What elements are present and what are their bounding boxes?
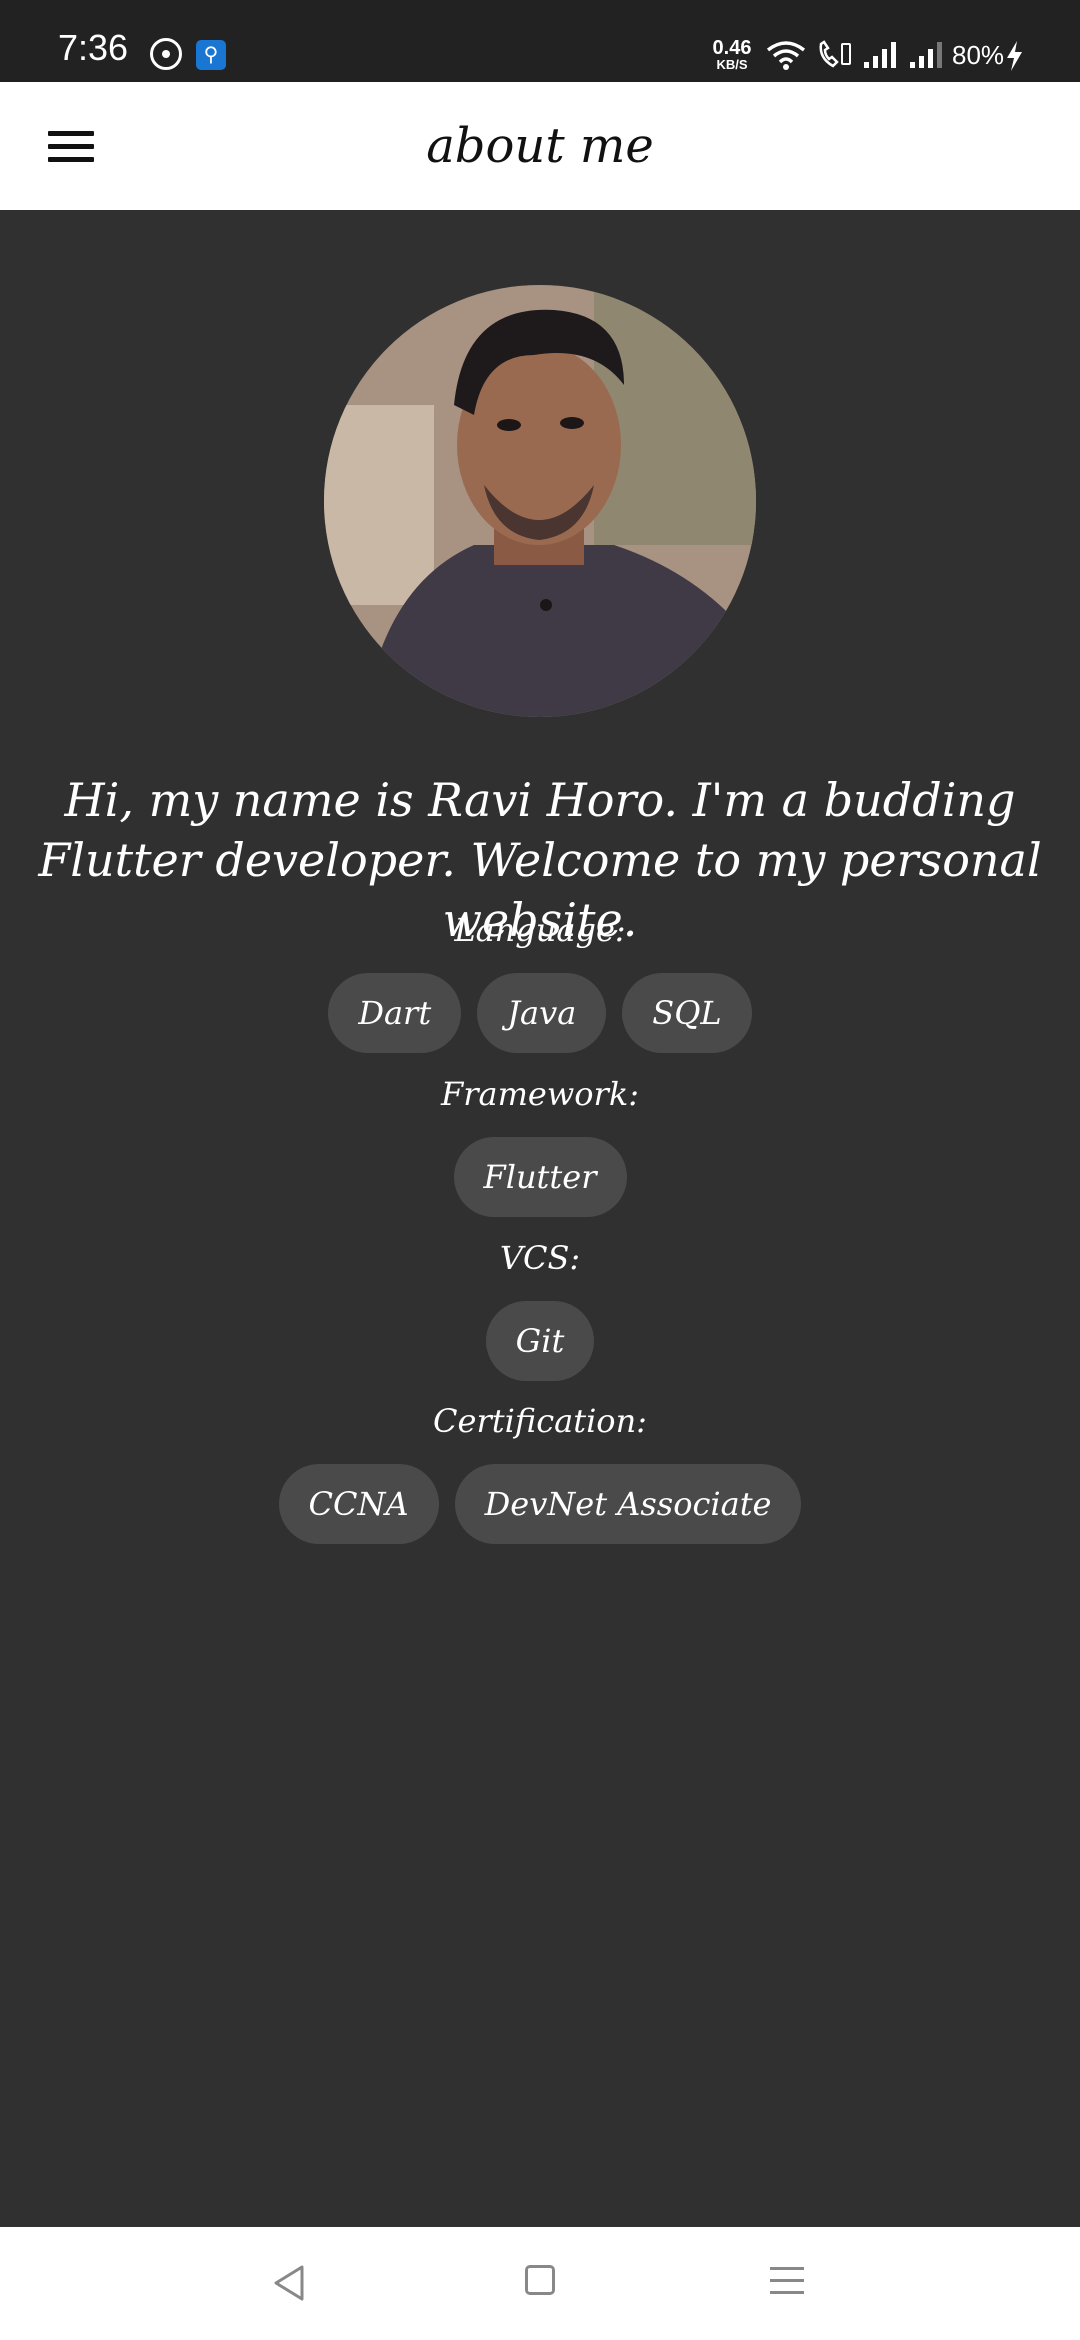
network-speed: 0.46 KB/S <box>712 37 752 72</box>
certification-label: Certification: <box>433 1402 647 1440</box>
status-time: 7:36 <box>58 27 129 68</box>
chip-dart[interactable]: Dart <box>328 973 462 1053</box>
wifi-icon <box>766 41 806 70</box>
chip-ccna[interactable]: CCNA <box>278 1464 439 1544</box>
chip-sql[interactable]: SQL <box>622 973 752 1053</box>
chip-git[interactable]: Git <box>485 1301 595 1381</box>
language-chips: Dart Java SQL <box>0 973 1080 1053</box>
recents-menu-icon[interactable] <box>770 2265 804 2297</box>
app-bar: about me <box>0 82 1080 210</box>
signal-icon <box>864 42 896 68</box>
charging-icon <box>1007 41 1022 71</box>
battery-level: 80% <box>952 40 1005 70</box>
about-content: Hi, my name is Ravi Horo. I'm a budding … <box>0 210 1080 2227</box>
back-icon[interactable] <box>270 2263 310 2303</box>
wifi-calling-icon <box>819 40 851 68</box>
home-icon[interactable] <box>525 2265 555 2295</box>
profile-avatar <box>324 285 756 717</box>
status-bar: 7:36 ⚲ 0.46 KB/S 80% <box>0 0 1080 82</box>
vcs-chips: Git <box>0 1301 1080 1381</box>
chip-flutter[interactable]: Flutter <box>453 1137 627 1217</box>
usb-icon: ⚲ <box>196 40 226 70</box>
language-label: Language: <box>454 911 626 949</box>
framework-chips: Flutter <box>0 1137 1080 1217</box>
certification-chips: CCNA DevNet Associate <box>0 1464 1080 1544</box>
chip-devnet-associate[interactable]: DevNet Associate <box>454 1464 802 1544</box>
chip-java[interactable]: Java <box>477 973 607 1053</box>
signal-icon <box>910 42 942 68</box>
music-icon <box>150 38 182 70</box>
system-nav-bar <box>0 2227 1080 2340</box>
framework-label: Framework: <box>441 1075 639 1113</box>
vcs-label: VCS: <box>499 1239 581 1277</box>
page-title: about me <box>426 118 654 174</box>
